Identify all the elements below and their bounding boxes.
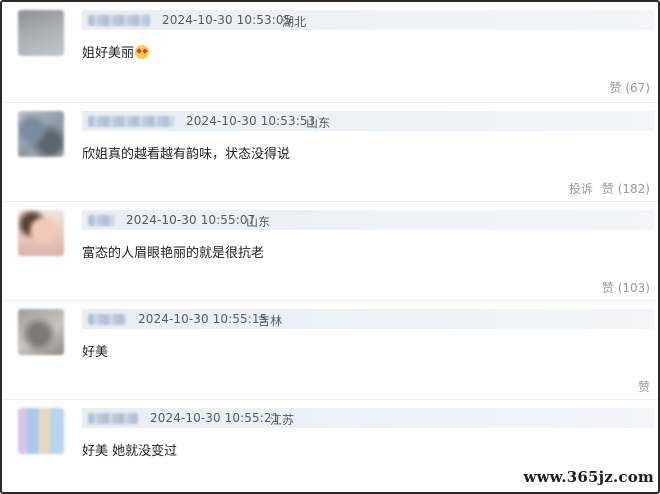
username-blurred[interactable]	[88, 116, 174, 127]
comment-meta-bar: 2024-10-30 10:53:53 山东	[82, 111, 654, 131]
comment-text: 欣姐真的越看越有韵味，状态没得说	[82, 147, 291, 162]
comment-item: 2024-10-30 10:53:53 山东 欣姐真的越看越有韵味，状态没得说 …	[2, 103, 658, 202]
comment-actions: 赞 (67)	[601, 79, 650, 96]
comment-timestamp: 2024-10-30 10:55:07	[126, 213, 256, 227]
avatar[interactable]	[18, 408, 64, 454]
comment-timestamp: 2024-10-30 10:55:21	[150, 411, 280, 425]
comment-location: 江苏	[270, 413, 295, 427]
avatar[interactable]	[18, 10, 64, 56]
comment-meta-bar: 2024-10-30 10:55:15 吉林	[82, 309, 654, 329]
like-button[interactable]: 赞 (182)	[602, 182, 650, 196]
comment-meta-bar: 2024-10-30 10:55:21 江苏	[82, 408, 654, 428]
like-button[interactable]: 赞 (103)	[602, 281, 650, 295]
comment-actions: 投诉赞 (182)	[560, 180, 650, 197]
comment-location: 山东	[246, 215, 271, 229]
comment-timestamp: 2024-10-30 10:55:15	[138, 312, 268, 326]
comment-text: 好美 她就没变过	[82, 444, 178, 459]
comment-text: 好美	[82, 345, 109, 360]
username-blurred[interactable]	[88, 314, 126, 325]
comment-actions: 赞 (103)	[593, 279, 650, 296]
username-blurred[interactable]	[88, 413, 138, 424]
like-button[interactable]: 赞 (67)	[610, 81, 650, 95]
comment-timestamp: 2024-10-30 10:53:53	[186, 114, 316, 128]
comment-list: 2024-10-30 10:53:05 湖北 姐好美丽 赞 (67) 2024-…	[0, 0, 660, 494]
comment-item: 2024-10-30 10:55:07 山东 富态的人眉眼艳丽的就是很抗老 赞 …	[2, 202, 658, 301]
heart-eyes-emoji-icon	[135, 45, 150, 59]
avatar[interactable]	[18, 309, 64, 355]
username-blurred[interactable]	[88, 15, 150, 26]
avatar[interactable]	[18, 111, 64, 157]
comment-actions: 赞	[629, 378, 650, 395]
comment-location: 吉林	[258, 314, 283, 328]
comment-text: 富态的人眉眼艳丽的就是很抗老	[82, 246, 265, 261]
like-button[interactable]: 赞	[638, 380, 650, 394]
report-button[interactable]: 投诉	[569, 182, 593, 196]
comment-meta-bar: 2024-10-30 10:53:05 湖北	[82, 10, 654, 30]
comment-location: 湖北	[282, 15, 307, 29]
username-blurred[interactable]	[88, 215, 114, 226]
comment-timestamp: 2024-10-30 10:53:05	[162, 13, 292, 27]
comment-text-body: 姐好美丽	[82, 46, 135, 61]
comment-meta-bar: 2024-10-30 10:55:07 山东	[82, 210, 654, 230]
comment-location: 山东	[306, 116, 331, 130]
comment-item: 2024-10-30 10:55:15 吉林 好美 赞	[2, 301, 658, 400]
comment-item: 2024-10-30 10:53:05 湖北 姐好美丽 赞 (67)	[2, 2, 658, 101]
site-watermark: www.365jz.com	[523, 468, 654, 486]
comment-text: 姐好美丽	[82, 42, 150, 61]
avatar[interactable]	[18, 210, 64, 256]
